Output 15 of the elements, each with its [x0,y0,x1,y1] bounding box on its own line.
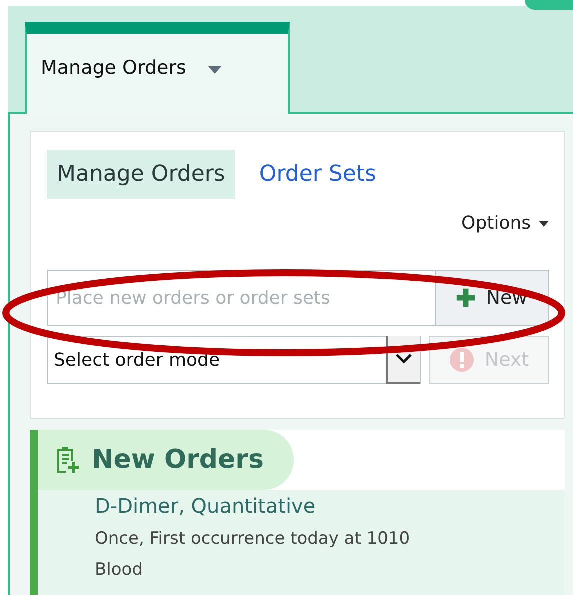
caret-icon [539,220,549,226]
order-mode-dropdown[interactable]: Select order mode [47,336,421,384]
order-detail: Blood [95,559,144,582]
subtab[interactable]: Manage Orders [47,150,236,199]
activity-tab[interactable]: Manage Orders [25,22,290,114]
order-detail: Once, First occurrence today at 1010 [95,528,412,551]
order-name[interactable]: D-Dimer, Quantitative [95,494,565,518]
chevron-down-icon [395,353,413,365]
subtab[interactable]: Order Sets [249,150,386,199]
options-menu[interactable]: Options [462,213,549,234]
section-header[interactable]: New Orders [38,430,294,490]
clipboard-plus-icon [54,445,80,475]
alert-icon [448,347,475,373]
dropdown-icon [208,66,222,74]
plus-icon [456,288,476,308]
